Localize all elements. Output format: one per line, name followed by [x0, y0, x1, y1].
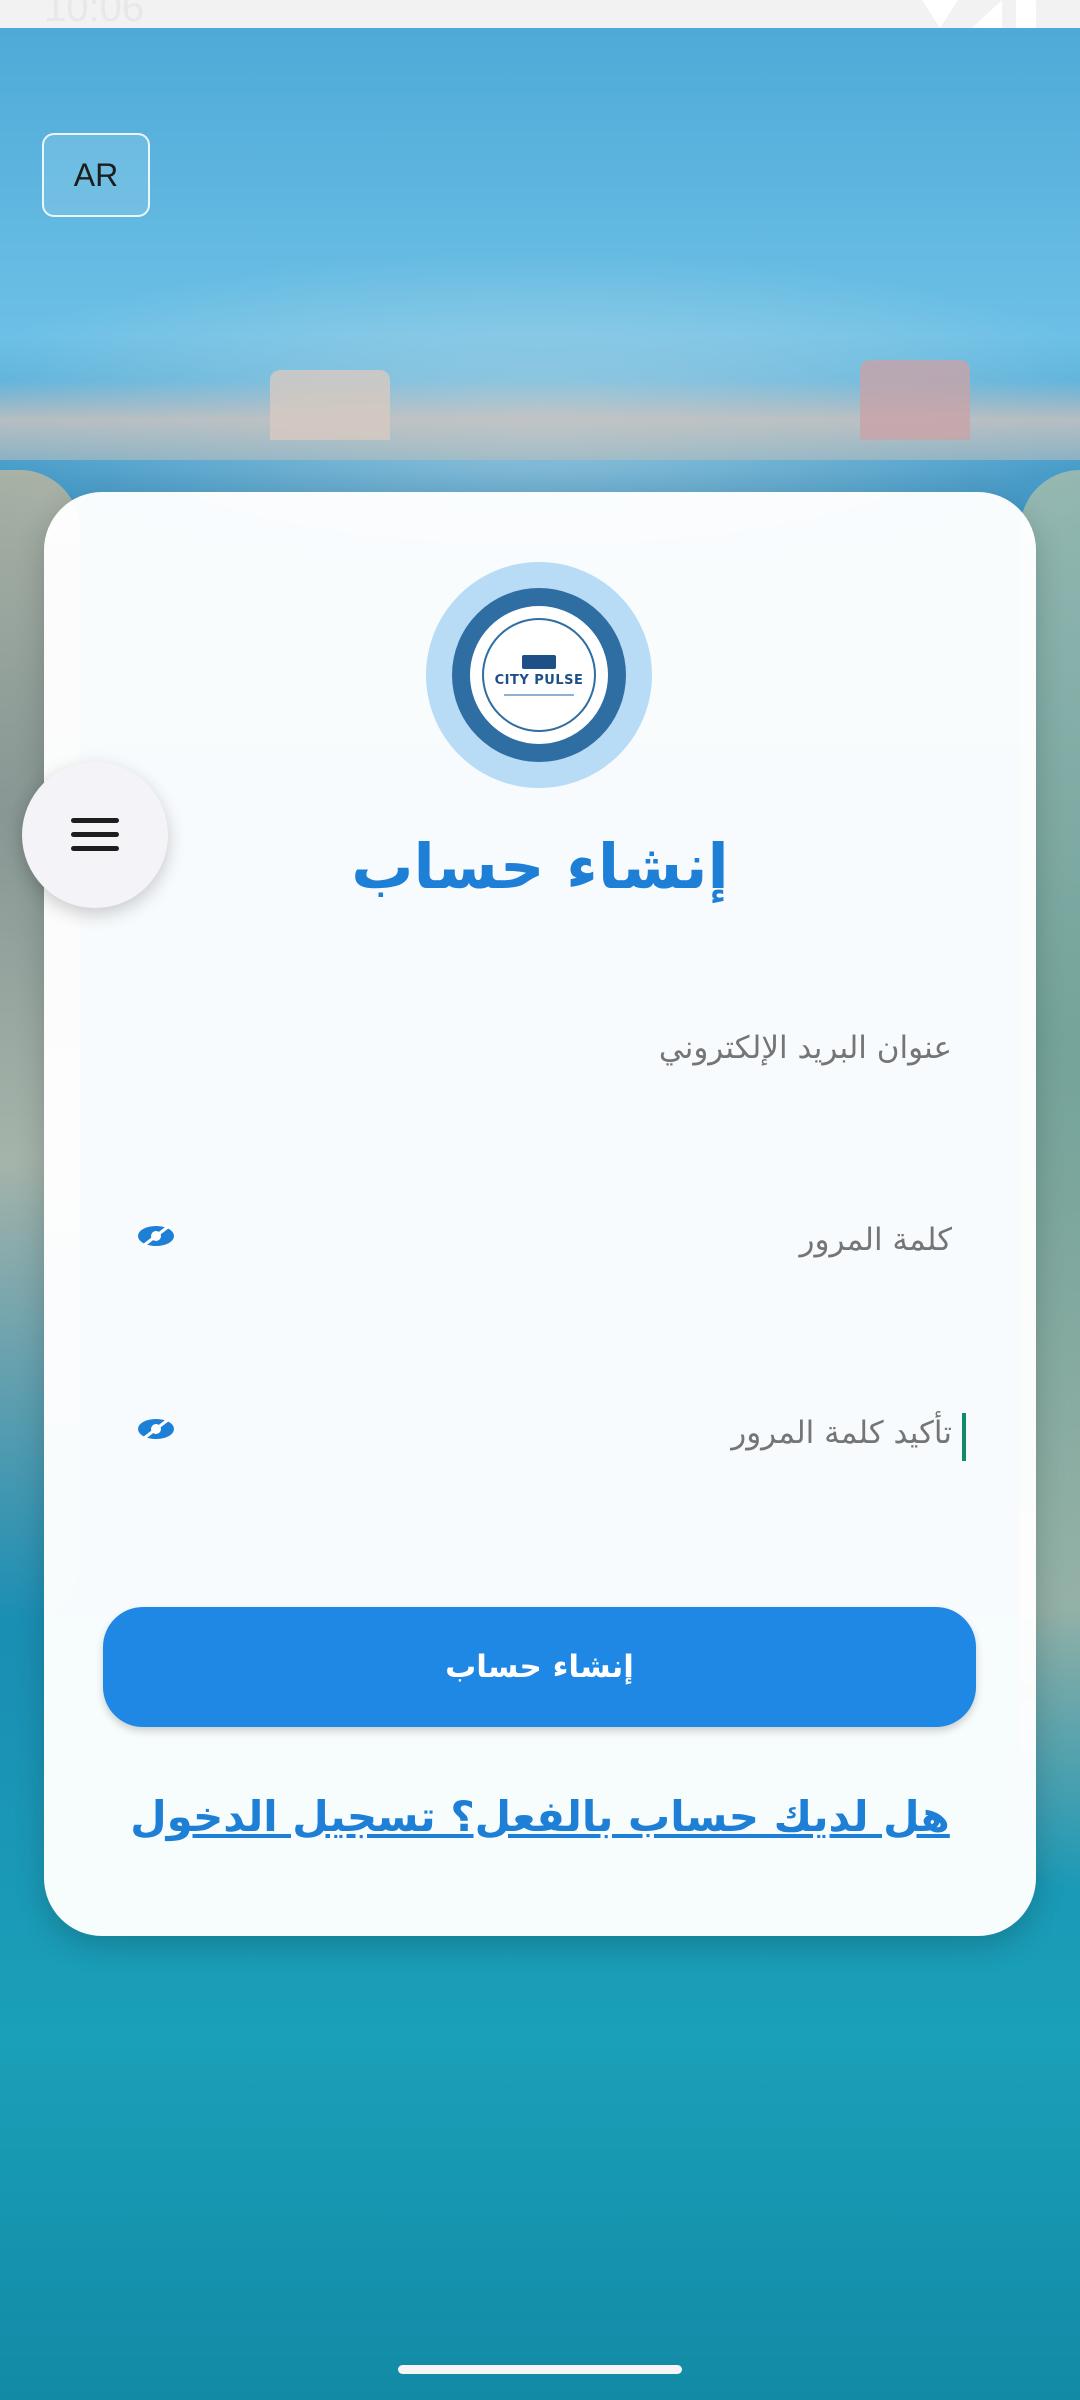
password-input[interactable] [172, 1262, 952, 1322]
email-field-label: عنوان البريد الإلكتروني [658, 1030, 952, 1066]
text-cursor [962, 1413, 966, 1461]
hamburger-menu-icon [71, 818, 119, 852]
page-title: إنشاء حساب [351, 830, 729, 903]
confirm-password-input[interactable] [172, 1455, 952, 1515]
email-input[interactable] [172, 1070, 952, 1130]
app-logo: CITY PULSE [426, 562, 652, 788]
signal-icon [972, 0, 1002, 28]
status-time: 10:06 [44, 0, 145, 30]
wifi-icon [922, 0, 958, 28]
eye-icon[interactable] [137, 1417, 175, 1441]
tower [270, 370, 390, 440]
password-field-label: كلمة المرور [799, 1222, 952, 1258]
language-button[interactable]: AR [42, 133, 150, 217]
login-link[interactable]: هل لديك حساب بالفعل؟ تسجيل الدخول [44, 1792, 1036, 1841]
battery-icon [1016, 0, 1036, 28]
status-bar: 10:06 [0, 0, 1080, 30]
signup-card: CITY PULSE إنشاء حساب عنوان البريد الإلك… [44, 492, 1036, 1936]
eye-icon[interactable] [137, 1224, 175, 1248]
home-indicator[interactable] [398, 2365, 682, 2374]
tower [860, 360, 970, 440]
create-account-button[interactable]: إنشاء حساب [103, 1607, 976, 1727]
password-field[interactable]: كلمة المرور [112, 1222, 972, 1332]
menu-button[interactable] [22, 762, 168, 908]
email-field[interactable]: عنوان البريد الإلكتروني [112, 1030, 972, 1140]
confirm-password-field-label: تأكيد كلمة المرور [731, 1415, 952, 1451]
status-icons [922, 0, 1036, 28]
confirm-password-field[interactable]: تأكيد كلمة المرور [112, 1413, 972, 1525]
